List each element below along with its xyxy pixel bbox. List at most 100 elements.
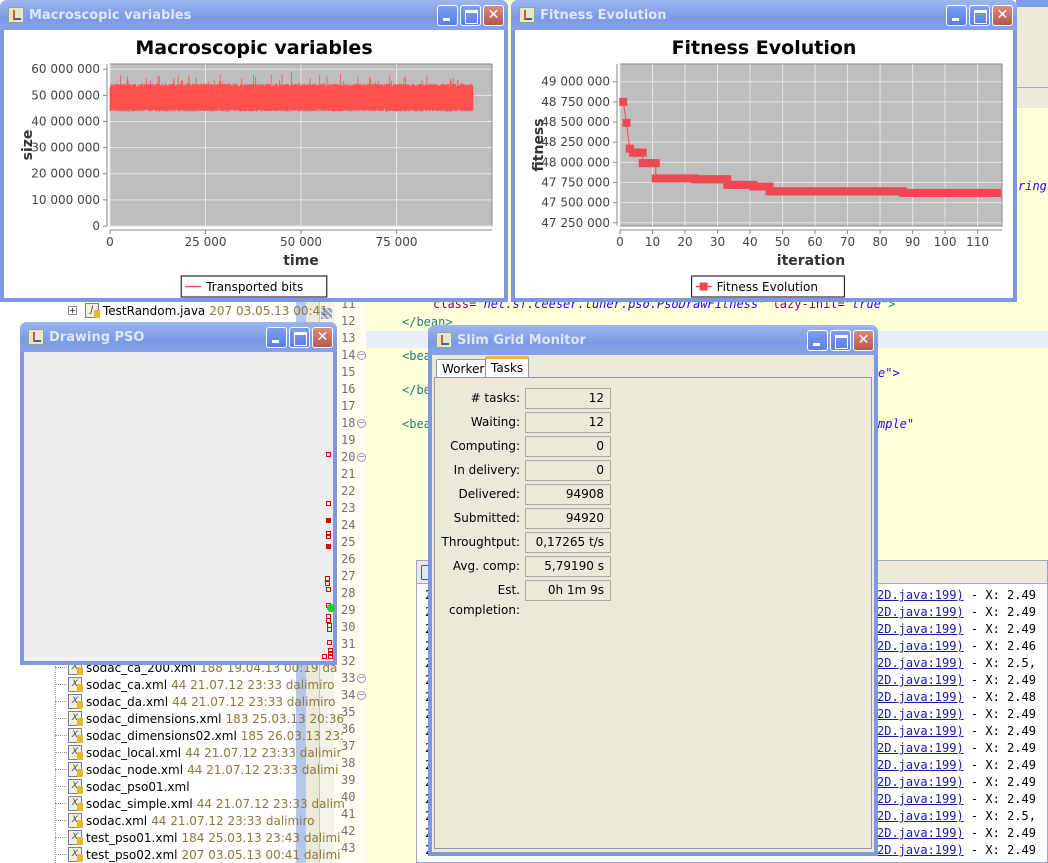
console-text: - X: 2.49 [963, 673, 1036, 687]
tree-item[interactable]: Xsodac_pso01.xml [68, 778, 194, 795]
particle [326, 451, 332, 457]
tree-item[interactable]: Xsodac_dimensions02.xml 185 26.03.13 23: [68, 727, 344, 744]
source-link[interactable]: 2D.java:199) [877, 826, 964, 840]
console-line: 2D.java:199) - X: 2.49 [877, 842, 1036, 859]
fold-toggle-icon[interactable]: − [357, 419, 366, 428]
fold-toggle-icon[interactable]: − [357, 691, 366, 700]
source-link[interactable]: 2D.java:199) [877, 724, 964, 738]
tree-item[interactable]: Xsodac_simple.xml 44 21.07.12 23:33 dalim [68, 795, 345, 812]
field-value: 94920 [525, 508, 611, 529]
xml-file-icon: X [68, 711, 83, 726]
field-value: 12 [525, 412, 611, 433]
xml-file-icon: X [68, 677, 83, 692]
source-link[interactable]: 2D.java:199) [877, 622, 964, 636]
line-number: 19 [341, 433, 356, 447]
line-number: 15 [341, 365, 356, 379]
minimize-button[interactable] [266, 326, 287, 348]
close-button[interactable]: ✕ [992, 4, 1013, 26]
particle [327, 627, 333, 633]
minimize-button[interactable] [807, 329, 828, 351]
y-tick-label: 20 000 000 [31, 167, 100, 181]
x-tick-label: 20 [677, 235, 692, 249]
console-line: 2D.java:199) - X: 2.49 [877, 723, 1036, 740]
source-link[interactable]: 2D.java:199) [877, 639, 964, 653]
x-tick-label: 90 [905, 235, 920, 249]
close-button[interactable]: ✕ [853, 329, 874, 351]
minimize-button[interactable] [946, 4, 967, 26]
console-line: 2D.java:199) - X: 2.49 [877, 672, 1036, 689]
close-button[interactable]: ✕ [312, 326, 333, 348]
tab-label: Workers [442, 362, 491, 376]
window-title: Drawing PSO [49, 329, 145, 345]
tree-item[interactable]: Xtest_pso01.xml 184 25.03.13 23:43 dalimi [68, 829, 341, 846]
particle [326, 534, 332, 540]
tree-item[interactable]: Xtest_pso02.xml 207 03.05.13 00:41 dalimi [68, 846, 341, 863]
source-link[interactable]: 2D.java:199) [877, 588, 964, 602]
fold-toggle-icon[interactable]: − [357, 453, 366, 462]
tree-item[interactable]: Xsodac_ca.xml 44 21.07.12 23:33 dalimiro [68, 676, 334, 693]
console-text: - X: 2.49 [963, 843, 1036, 857]
source-link[interactable]: 2D.java:199) [877, 758, 964, 772]
tree-item-name: test_pso01.xml [86, 830, 178, 845]
console-text: - X: 2.49 [963, 826, 1036, 840]
title-bar[interactable]: Slim Grid Monitor ✕ [428, 325, 878, 355]
java-icon [436, 332, 452, 348]
tree-item[interactable]: Xsodac_local.xml 44 21.07.12 23:33 dalimi… [68, 744, 341, 761]
source-link[interactable]: 2D.java:199) [877, 809, 964, 823]
fitness-chart: Fitness Evolution 0 10 20 30 40 50 60 70 80 90 100 1… [531, 37, 1003, 298]
line-number: 12 [341, 314, 356, 328]
line-number: 39 [341, 773, 356, 787]
y-axis-label: size [20, 130, 36, 161]
tree-connector [55, 854, 67, 855]
tree-item[interactable]: Xsodac_node.xml 44 21.07.12 23:33 dalimi [68, 761, 338, 778]
fold-toggle-icon[interactable]: − [357, 351, 366, 360]
source-link[interactable]: 2D.java:199) [877, 707, 964, 721]
source-link[interactable]: 2D.java:199) [877, 673, 964, 687]
legend-marker [699, 282, 708, 291]
tab-tasks[interactable]: Tasks [485, 356, 530, 378]
tree-connector [55, 667, 67, 668]
x-tick-label: 40 [742, 235, 757, 249]
title-bar[interactable]: Fitness Evolution ✕ [511, 0, 1017, 30]
y-tick-label: 60 000 000 [31, 62, 100, 76]
tree-item[interactable]: Xsodac_dimensions.xml 183 25.03.13 20:36 [68, 710, 344, 727]
source-link[interactable]: 2D.java:199) [877, 792, 964, 806]
xml-file-icon: X [68, 779, 83, 794]
particle [324, 575, 330, 581]
console-line: 2D.java:199) - X: 2.49 [877, 706, 1036, 723]
minimize-button[interactable] [437, 4, 458, 26]
y-tick-label: 50 000 000 [31, 88, 100, 102]
tree-item[interactable]: + J TestRandom.java 207 03.05.13 00:41 [68, 302, 328, 319]
maximize-button[interactable] [969, 4, 990, 26]
source-link[interactable]: 2D.java:199) [877, 843, 964, 857]
expand-icon[interactable]: + [68, 306, 77, 315]
title-bar[interactable]: Drawing PSO ✕ [20, 322, 337, 352]
console-text: - X: 2.49 [963, 758, 1036, 772]
field-value: 0,17265 t/s [525, 532, 611, 553]
window-title: Fitness Evolution [540, 7, 667, 23]
source-link[interactable]: 2D.java:199) [877, 741, 964, 755]
field-label: Est. completion: [449, 583, 520, 617]
y-tick-label: 48 500 000 [541, 115, 610, 129]
tree-item[interactable]: Xsodac_da.xml 44 21.07.12 23:33 dalimiro [68, 693, 335, 710]
title-bar[interactable]: Macroscopic variables ✕ [0, 0, 508, 30]
line-number: 14 [341, 348, 356, 362]
maximize-button[interactable] [460, 4, 481, 26]
maximize-button[interactable] [830, 329, 851, 351]
close-button[interactable]: ✕ [483, 4, 504, 26]
tree-item-meta: 207 03.05.13 00:41 dalimi [181, 847, 341, 862]
data-point [622, 118, 631, 127]
source-link[interactable]: 2D.java:199) [877, 605, 964, 619]
line-number: 43 [341, 841, 356, 855]
console-line: 2D.java:199) - X: 2.49 [877, 621, 1036, 638]
tree-item-meta: 185 26.03.13 23: [240, 728, 345, 743]
maximize-button[interactable] [289, 326, 310, 348]
tree-item-meta: 44 21.07.12 23:33 dalimiro [172, 694, 336, 709]
monitor-body: Workers Tasks # tasks: 12 Waiting: 12 Comput… [432, 355, 874, 852]
tree-item[interactable]: Xsodac.xml 44 21.07.12 23:33 dalimiro [68, 812, 315, 829]
source-link[interactable]: 2D.java:199) [877, 656, 964, 670]
source-link[interactable]: 2D.java:199) [877, 775, 964, 789]
fold-toggle-icon[interactable]: − [357, 674, 366, 683]
source-link[interactable]: 2D.java:199) [877, 690, 964, 704]
java-icon [28, 329, 44, 345]
